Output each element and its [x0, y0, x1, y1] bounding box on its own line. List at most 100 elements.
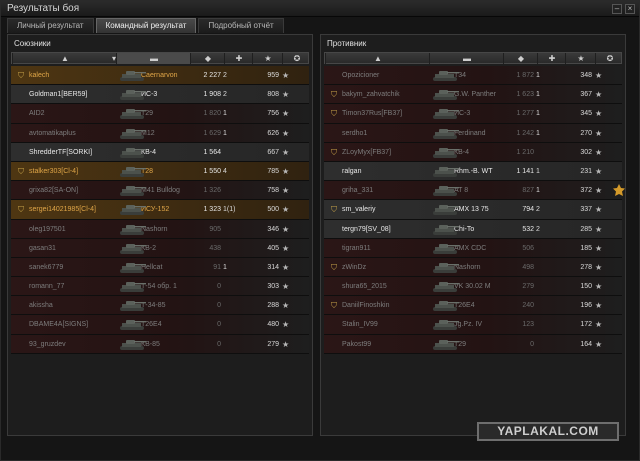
table-row[interactable]: avtomatikaplus M12 1 629 1 626 ★ — [11, 123, 309, 143]
enemies-sort-by-frags-header[interactable]: ✚ — [537, 53, 565, 64]
table-row[interactable]: 93_gruzdev КВ-85 0 279 ★ — [11, 334, 309, 354]
experience-star-icon: ★ — [282, 166, 290, 176]
enemies-title: Противник — [327, 39, 367, 48]
table-row[interactable]: DBAME4A[SIGNS] T26E4 0 480 ★ — [11, 315, 309, 335]
frags-value: 1 — [223, 263, 227, 271]
tank-silhouette-icon — [120, 320, 146, 331]
allies-sort-by-damage-header[interactable]: ◆ — [190, 53, 224, 64]
table-row[interactable]: Stalin_IV99 Jg.Pz. IV 123 172 ★ — [324, 315, 622, 335]
frags-value — [223, 181, 245, 200]
frags-value: 1(1) — [223, 206, 236, 214]
experience-value: 285 — [580, 225, 592, 233]
experience-value: 626 — [267, 129, 279, 137]
allies-sort-by-medals-header[interactable]: ✪ — [282, 53, 310, 64]
allies-sort-by-exp-header[interactable]: ★ — [252, 53, 282, 64]
enemies-sort-by-tank-header[interactable]: ▬ — [429, 53, 503, 64]
tab-team-result[interactable]: Командный результат — [95, 18, 197, 33]
table-row[interactable]: tergn79[SV_08] Chi-To 532 2 285 ★ — [324, 219, 622, 239]
table-row[interactable]: serdho1 Ferdinand 1 242 1 270 ★ — [324, 123, 622, 143]
table-row[interactable]: Pakost99 T29 0 164 ★ — [324, 334, 622, 354]
table-row[interactable]: shura65_2015 VK 30.02 M 279 150 ★ — [324, 277, 622, 297]
table-row[interactable]: tigran911 AMX CDC 506 185 ★ — [324, 238, 622, 258]
table-row[interactable]: ⛉ Timon37Rus[FB37] ИС-3 1 277 1 345 ★ — [324, 104, 622, 124]
tab-detailed-report[interactable]: Подробный отчёт — [198, 18, 284, 33]
allies-sort-by-frags-header[interactable]: ✚ — [224, 53, 252, 64]
damage-value: 1 277 — [516, 110, 534, 118]
experience-star-icon: ★ — [595, 186, 603, 196]
allies-sort-by-player-header[interactable]: ▲ — [12, 53, 116, 64]
tab-bar: Личный результат Командный результат Под… — [7, 18, 286, 33]
tank-silhouette-icon — [433, 243, 459, 254]
damage-value: 2 227 — [203, 72, 221, 79]
table-row[interactable]: grixa82[SA-ON] M41 Bulldog 1 326 758 ★ — [11, 181, 309, 201]
experience-value: 808 — [267, 91, 279, 99]
medal-icon[interactable] — [613, 184, 625, 197]
tank-silhouette-icon — [120, 186, 146, 197]
table-row[interactable]: ⛉ stalker303[Cl-4] T28 1 550 4 785 ★ — [11, 161, 309, 182]
tank-name: AT 8 — [454, 187, 469, 195]
experience-star-icon: ★ — [595, 128, 603, 138]
experience-value: 348 — [580, 72, 592, 79]
tab-personal-result[interactable]: Личный результат — [7, 18, 94, 33]
minimize-icon[interactable]: – — [612, 4, 622, 14]
experience-star-icon: ★ — [595, 90, 603, 100]
table-row[interactable]: akissha Т-34-85 0 288 ★ — [11, 296, 309, 316]
enemies-sort-by-player-header[interactable]: ▲ — [325, 53, 429, 64]
table-row[interactable]: ⛉ sergei14021985[Cl-4] ИСУ-152 1 323 1(1) 500… — [11, 200, 309, 220]
platoon-shield-icon: ⛉ — [18, 71, 24, 80]
experience-value: 303 — [267, 283, 279, 291]
table-row[interactable]: AID2 T29 1 820 1 756 ★ — [11, 104, 309, 124]
enemies-sort-by-medals-header[interactable]: ✪ — [595, 53, 623, 64]
frags-value: 1 — [536, 167, 540, 175]
damage-value: 1 564 — [203, 148, 221, 156]
table-row[interactable]: ⛉ ZLoyMyx[FB37] КВ-4 1 210 302 ★ — [324, 142, 622, 162]
frags-value: 1 — [223, 129, 227, 137]
table-row[interactable]: oleg197501 Nashorn 905 346 ★ — [11, 219, 309, 239]
experience-star-icon: ★ — [595, 282, 603, 292]
tank-silhouette-icon — [433, 109, 459, 120]
experience-star-icon: ★ — [282, 109, 290, 119]
table-row[interactable]: ⛉ bakym_zahvatchik G.W. Panther 1 623 1 367 ★ — [324, 85, 622, 105]
experience-value: 196 — [580, 302, 592, 310]
tank-name: КВ-4 — [454, 148, 469, 156]
medal-header-icon: ✪ — [606, 54, 614, 63]
table-row[interactable]: ⛉ sm_valeriy AMX 13 75 794 2 337 ★ — [324, 200, 622, 220]
table-row[interactable]: ⛉ DaniilFinoshkin T26E4 240 196 ★ — [324, 296, 622, 316]
damage-value: 506 — [522, 244, 534, 252]
table-row[interactable]: Opozicioner T34 1 872 1 348 ★ — [324, 66, 622, 86]
damage-value: 1 242 — [516, 129, 534, 137]
experience-value: 231 — [580, 167, 592, 175]
tank-name: КВ-2 — [141, 244, 156, 252]
experience-star-icon: ★ — [595, 71, 603, 80]
table-row[interactable]: gasan31 КВ-2 438 405 ★ — [11, 238, 309, 258]
frags-value — [536, 277, 558, 296]
tank-name: T29 — [141, 110, 154, 118]
close-icon[interactable]: × — [625, 4, 635, 14]
frags-value: 2 — [536, 206, 540, 214]
table-row[interactable]: ralgan Rhm.-B. WT 1 141 1 231 ★ — [324, 161, 622, 182]
damage-value: 0 — [217, 321, 221, 329]
table-row[interactable]: ⛉ zWinDz Nashorn 498 278 ★ — [324, 257, 622, 278]
frags-value — [536, 296, 558, 315]
damage-value: 1 872 — [516, 72, 534, 79]
experience-value: 405 — [267, 244, 279, 252]
damage-value: 438 — [209, 244, 221, 252]
allies-sort-by-tank-header[interactable]: ▬ ▾ — [112, 53, 190, 64]
experience-star-icon: ★ — [282, 205, 290, 215]
medal-header-icon: ✪ — [293, 54, 301, 63]
tank-silhouette-icon — [433, 186, 459, 197]
experience-value: 302 — [580, 148, 592, 156]
enemies-sort-by-exp-header[interactable]: ★ — [565, 53, 595, 64]
table-row[interactable]: ShredderTF[SORKI] КВ-4 1 564 667 ★ — [11, 142, 309, 162]
tank-silhouette-icon — [120, 128, 146, 139]
table-row[interactable]: ⛉ kalech Caernarvon 2 227 2 959 ★ — [11, 66, 309, 86]
tank-name: T26E4 — [454, 302, 475, 310]
damage-value: 0 — [217, 302, 221, 310]
table-row[interactable]: Goldman1[BER59] ИС-3 1 908 2 808 ★ — [11, 85, 309, 105]
table-row[interactable]: romann_77 Т-54 обр. 1 0 303 ★ — [11, 277, 309, 297]
frags-value — [223, 296, 245, 315]
enemies-sort-by-damage-header[interactable]: ◆ — [503, 53, 537, 64]
table-row[interactable]: sanek6779 Hellcat 91 1 314 ★ — [11, 257, 309, 278]
table-row[interactable]: griha_331 AT 8 827 1 372 ★ — [324, 181, 625, 201]
experience-star-icon: ★ — [282, 90, 290, 100]
